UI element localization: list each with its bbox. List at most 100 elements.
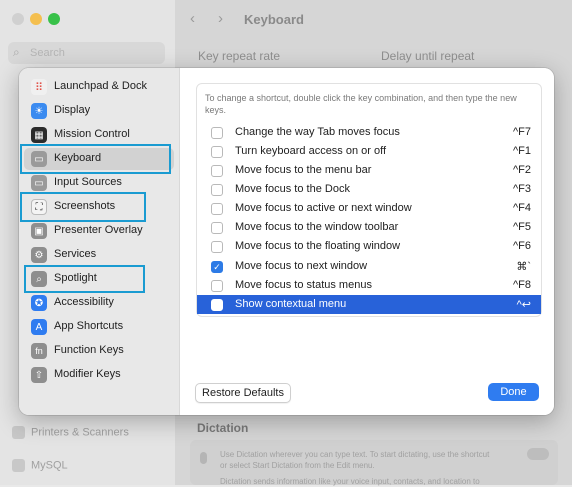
shortcut-checkbox[interactable] (211, 146, 223, 158)
sidebar-item-function-keys[interactable]: fn Function Keys (24, 340, 174, 362)
printer-icon (12, 426, 25, 439)
sidebar-item-services[interactable]: ⚙ Services (24, 244, 174, 266)
sidebar-item-label: Function Keys (54, 344, 124, 356)
sidebar-item-app-shortcuts[interactable]: A App Shortcuts (24, 316, 174, 338)
restore-defaults-button[interactable]: Restore Defaults (195, 383, 291, 403)
sidebar-item-label: Mission Control (54, 128, 130, 140)
shortcut-checkbox[interactable] (211, 222, 223, 234)
app-shortcuts-icon: A (31, 319, 47, 335)
dictation-text-2: or select Start Dictation from the Edit … (220, 461, 375, 470)
shortcut-checkbox[interactable] (211, 203, 223, 215)
shortcut-label: Move focus to the floating window (235, 240, 401, 252)
launchpad-icon: ⠿ (31, 79, 47, 95)
sidebar-item-label: Launchpad & Dock (54, 80, 147, 92)
sidebar-item-modifier-keys[interactable]: ⇧ Modifier Keys (24, 364, 174, 386)
minimize-window-button[interactable] (30, 13, 42, 25)
sidebar-item-input-sources[interactable]: ▭ Input Sources (24, 172, 174, 194)
zoom-window-button[interactable] (48, 13, 60, 25)
table-row[interactable]: Move focus to the menu bar ^F2 (197, 161, 541, 180)
sidebar-item-label: Display (54, 104, 91, 116)
shortcut-checkbox[interactable] (211, 299, 223, 311)
sidebar-item-mission-control[interactable]: ▦ Mission Control (24, 124, 174, 146)
shortcut-key[interactable]: ^F4 (513, 202, 531, 214)
done-button[interactable]: Done (488, 383, 539, 401)
shortcut-checkbox[interactable] (211, 184, 223, 196)
background-search-input[interactable]: ⌕ Search (8, 42, 165, 64)
table-row[interactable]: Move focus to the floating window ^F6 (197, 237, 541, 256)
input-sources-icon: ▭ (31, 175, 47, 191)
shortcut-label: Move focus to status menus (235, 279, 372, 291)
shortcut-key[interactable]: ^F1 (513, 145, 531, 157)
shortcut-key[interactable]: ^F5 (513, 221, 531, 233)
shortcut-label: Move focus to the Dock (235, 183, 350, 195)
table-row[interactable]: ✓ Move focus to next window ⌘` (197, 257, 541, 276)
delay-repeat-label: Delay until repeat (381, 49, 475, 63)
shortcut-key[interactable]: ⌘` (516, 260, 531, 273)
sidebar-item-launchpad-dock[interactable]: ⠿ Launchpad & Dock (24, 76, 174, 98)
table-row[interactable]: Move focus to the Dock ^F3 (197, 180, 541, 199)
mysql-icon (12, 459, 25, 472)
forward-arrow-icon[interactable]: › (218, 10, 223, 27)
shortcut-key[interactable]: ^F8 (513, 279, 531, 291)
back-arrow-icon[interactable]: ‹ (190, 10, 195, 27)
shortcut-label: Turn keyboard access on or off (235, 145, 387, 157)
accessibility-icon: ✪ (31, 295, 47, 311)
close-window-button[interactable] (12, 13, 24, 25)
sidebar-item-accessibility[interactable]: ✪ Accessibility (24, 292, 174, 314)
table-row[interactable]: Change the way Tab moves focus ^F7 (197, 123, 541, 142)
table-row[interactable]: Move focus to the window toolbar ^F5 (197, 218, 541, 237)
modifier-keys-icon: ⇧ (31, 367, 47, 383)
shortcut-categories-sidebar: ⠿ Launchpad & Dock ☀ Display ▦ Mission C… (19, 68, 180, 415)
screenshots-highlight-box (20, 192, 146, 222)
mission-control-icon: ▦ (31, 127, 47, 143)
dictation-text-3: Dictation sends information like your vo… (220, 477, 480, 486)
background-sidebar-printers[interactable]: Printers & Scanners (12, 426, 129, 439)
shortcuts-table: To change a shortcut, double click the k… (196, 83, 542, 317)
sidebar-item-display[interactable]: ☀ Display (24, 100, 174, 122)
display-icon: ☀ (31, 103, 47, 119)
sidebar-item-label: App Shortcuts (54, 320, 124, 332)
shortcuts-panel: To change a shortcut, double click the k… (180, 68, 554, 415)
shortcut-label: Move focus to next window (235, 260, 368, 272)
function-keys-icon: fn (31, 343, 47, 359)
shortcut-key[interactable]: ^F2 (513, 164, 531, 176)
table-row[interactable]: Move focus to active or next window ^F4 (197, 199, 541, 218)
table-row[interactable]: Turn keyboard access on or off ^F1 (197, 142, 541, 161)
sidebar-item-label: Input Sources (54, 176, 122, 188)
keyboard-highlight-box (20, 144, 171, 174)
search-icon: ⌕ (13, 45, 20, 59)
shortcut-checkbox[interactable] (211, 165, 223, 177)
sidebar-item-label: Accessibility (54, 296, 114, 308)
sidebar-item-label: Modifier Keys (54, 368, 121, 380)
shortcut-label: Show contextual menu (235, 298, 347, 310)
shortcut-key[interactable]: ^F6 (513, 240, 531, 252)
shortcut-checkbox[interactable] (211, 280, 223, 292)
dictation-header: Dictation (197, 421, 249, 435)
sidebar-item-label: Presenter Overlay (54, 224, 143, 236)
microphone-icon (200, 452, 207, 464)
shortcut-key[interactable]: ^F3 (513, 183, 531, 195)
table-row-selected[interactable]: Show contextual menu ^↩ (197, 295, 541, 314)
dictation-toggle[interactable] (527, 448, 549, 460)
shortcut-label: Move focus to active or next window (235, 202, 412, 214)
shortcut-label: Move focus to the menu bar (235, 164, 372, 176)
presenter-overlay-icon: ▣ (31, 223, 47, 239)
sidebar-item-presenter-overlay[interactable]: ▣ Presenter Overlay (24, 220, 174, 242)
printers-label: Printers & Scanners (31, 426, 129, 439)
dictation-text-1: Use Dictation wherever you can type text… (220, 450, 490, 459)
shortcut-checkbox-checked[interactable]: ✓ (211, 261, 223, 273)
shortcut-key[interactable]: ^F7 (513, 126, 531, 138)
mysql-label: MySQL (31, 459, 68, 472)
key-repeat-label: Key repeat rate (198, 49, 281, 63)
background-sidebar-mysql[interactable]: MySQL (12, 459, 68, 472)
shortcut-label: Change the way Tab moves focus (235, 126, 400, 138)
gear-icon: ⚙ (31, 247, 47, 263)
instructions-text: To change a shortcut, double click the k… (205, 93, 517, 115)
shortcut-label: Move focus to the window toolbar (235, 221, 399, 233)
keyboard-shortcuts-dialog: ⠿ Launchpad & Dock ☀ Display ▦ Mission C… (19, 68, 554, 415)
shortcut-key[interactable]: ^↩ (517, 298, 531, 311)
window-title: Keyboard (244, 12, 304, 27)
shortcut-checkbox[interactable] (211, 241, 223, 253)
table-row[interactable]: Move focus to status menus ^F8 (197, 276, 541, 295)
shortcut-checkbox[interactable] (211, 127, 223, 139)
